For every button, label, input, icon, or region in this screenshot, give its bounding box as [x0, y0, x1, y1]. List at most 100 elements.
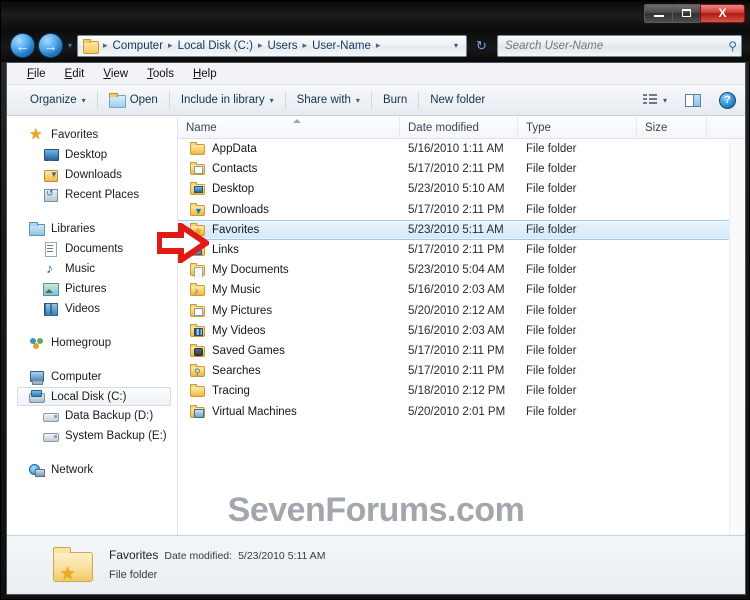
- search-input[interactable]: [505, 39, 729, 52]
- file-name: Tracing: [212, 385, 250, 398]
- sidebar-item-documents[interactable]: Documents: [7, 239, 177, 259]
- table-row[interactable]: Virtual Machines 5/20/2010 2:01 PM File …: [178, 401, 745, 421]
- network-icon: [29, 463, 45, 477]
- cell-type: File folder: [526, 304, 577, 317]
- recent-pages-button[interactable]: ▾: [63, 41, 77, 50]
- breadcrumb[interactable]: ▸ Computer ▸ Local Disk (C:) ▸ Users ▸ U…: [77, 34, 467, 57]
- sidebar-item-favorites[interactable]: Favorites: [7, 125, 177, 145]
- breadcrumb-separator[interactable]: ▸: [300, 40, 311, 51]
- burn-label: Burn: [382, 94, 408, 106]
- include-in-library-button[interactable]: Include in library ▾: [172, 90, 283, 110]
- cell-name: My Pictures: [178, 303, 400, 318]
- menu-item-edit[interactable]: Edit: [57, 66, 96, 82]
- cell-date: 5/16/2010 2:03 AM: [408, 284, 505, 297]
- refresh-icon: ↻: [476, 37, 487, 53]
- client-area: File Edit View Tools Help Organize ▾ Ope…: [6, 62, 746, 595]
- open-button[interactable]: Open: [100, 89, 167, 111]
- change-view-button[interactable]: ▾: [634, 90, 676, 111]
- sidebar-label: Homegroup: [51, 337, 112, 349]
- burn-button[interactable]: Burn: [374, 90, 416, 110]
- breadcrumb-dropdown-icon[interactable]: ▾: [450, 41, 466, 50]
- sidebar-item-libraries[interactable]: Libraries: [7, 219, 177, 239]
- refresh-button[interactable]: ↻: [471, 35, 492, 56]
- address-bar: ← → ▾ ▸ Computer ▸ Local Disk (C:) ▸ Use…: [1, 29, 750, 62]
- search-box[interactable]: ⚲: [497, 34, 742, 57]
- folder-searches-icon: ⚲: [190, 364, 206, 378]
- cell-type: File folder: [526, 365, 577, 378]
- videos-icon: [43, 302, 59, 316]
- cell-type: File folder: [526, 344, 577, 357]
- breadcrumb-item-computer[interactable]: Computer: [111, 40, 166, 52]
- table-row[interactable]: ♪ My Music 5/16/2010 2:03 AM File folder: [178, 280, 745, 300]
- column-header-size[interactable]: Size: [637, 117, 707, 138]
- sidebar-item-desktop[interactable]: Desktop: [7, 145, 177, 165]
- sidebar-item-system-backup-e[interactable]: System Backup (E:): [7, 426, 177, 446]
- new-folder-button[interactable]: New folder: [421, 90, 494, 110]
- table-row[interactable]: Saved Games 5/17/2010 2:11 PM File folde…: [178, 341, 745, 361]
- maximize-button[interactable]: [672, 3, 701, 23]
- folder-desktop-icon: [190, 182, 206, 196]
- sidebar-item-computer[interactable]: Computer: [7, 367, 177, 387]
- sidebar-item-music[interactable]: Music: [7, 259, 177, 279]
- cell-date: 5/16/2010 1:11 AM: [408, 143, 504, 156]
- menu-item-help[interactable]: Help: [185, 66, 228, 82]
- cell-date: 5/17/2010 2:11 PM: [408, 344, 505, 357]
- breadcrumb-separator[interactable]: ▸: [373, 40, 384, 51]
- breadcrumb-item-user-name[interactable]: User-Name: [310, 40, 373, 52]
- table-row[interactable]: Contacts 5/17/2010 2:11 PM File folder: [178, 159, 745, 179]
- column-header-filler: [707, 117, 745, 138]
- table-row[interactable]: Desktop 5/23/2010 5:10 AM File folder: [178, 179, 745, 199]
- search-icon: ⚲: [728, 38, 737, 53]
- column-header-type[interactable]: Type: [518, 117, 637, 138]
- sidebar-label: Documents: [65, 243, 124, 255]
- cell-type: File folder: [526, 223, 577, 236]
- menu-item-file[interactable]: File: [19, 66, 57, 82]
- help-button[interactable]: ?: [710, 88, 745, 113]
- folder-plain-icon: [190, 142, 206, 156]
- table-row-selected[interactable]: ★ Favorites 5/23/2010 5:11 AM File folde…: [178, 219, 745, 240]
- share-with-button[interactable]: Share with ▾: [288, 90, 369, 110]
- sidebar-item-downloads[interactable]: Downloads: [7, 165, 177, 185]
- forward-button[interactable]: →: [38, 33, 63, 58]
- view-list-icon: [642, 93, 658, 107]
- sidebar-label: Downloads: [65, 169, 122, 181]
- minimize-button[interactable]: [644, 3, 673, 23]
- sidebar-item-homegroup[interactable]: Homegroup: [7, 333, 177, 353]
- back-button[interactable]: ←: [10, 33, 35, 58]
- share-with-label: Share with: [296, 94, 351, 106]
- table-row[interactable]: Links 5/17/2010 2:11 PM File folder: [178, 240, 745, 260]
- table-row[interactable]: ⚲ Searches 5/17/2010 2:11 PM File folder: [178, 361, 745, 381]
- close-button[interactable]: X: [700, 3, 745, 23]
- star-icon: [29, 125, 45, 143]
- computer-icon: [29, 370, 45, 385]
- breadcrumb-separator[interactable]: ▸: [255, 40, 266, 51]
- breadcrumb-item-local-disk[interactable]: Local Disk (C:): [176, 40, 255, 52]
- sidebar-item-network[interactable]: Network: [7, 460, 177, 480]
- organize-button[interactable]: Organize ▾: [21, 90, 95, 110]
- sidebar-item-pictures[interactable]: Pictures: [7, 279, 177, 299]
- show-preview-pane-button[interactable]: [676, 90, 710, 111]
- nav-gap: [7, 321, 177, 333]
- breadcrumb-separator[interactable]: ▸: [165, 40, 176, 51]
- cell-date: 5/17/2010 2:11 PM: [408, 163, 505, 176]
- sidebar-item-videos[interactable]: Videos: [7, 299, 177, 319]
- column-header-date-modified[interactable]: Date modified: [400, 117, 518, 138]
- table-row[interactable]: AppData 5/16/2010 1:11 AM File folder: [178, 139, 745, 159]
- table-row[interactable]: My Pictures 5/20/2010 2:12 AM File folde…: [178, 301, 745, 321]
- nav-group-computer: Computer Local Disk (C:) Data Backup (D:…: [7, 367, 177, 446]
- table-row[interactable]: Tracing 5/18/2010 2:12 PM File folder: [178, 381, 745, 401]
- sidebar-item-recent-places[interactable]: Recent Places: [7, 185, 177, 205]
- folder-vm-icon: [190, 404, 206, 419]
- sidebar-item-data-backup-d[interactable]: Data Backup (D:): [7, 406, 177, 426]
- table-row[interactable]: ▼ Downloads 5/17/2010 2:11 PM File folde…: [178, 200, 745, 220]
- sidebar-item-local-disk-c[interactable]: Local Disk (C:): [17, 387, 171, 406]
- cell-type: File folder: [526, 163, 577, 176]
- nav-group-libraries: Libraries Documents Music Pictures: [7, 219, 177, 319]
- table-row[interactable]: My Documents 5/23/2010 5:04 AM File fold…: [178, 260, 745, 280]
- cell-type: File folder: [526, 183, 577, 196]
- column-header-name[interactable]: Name: [178, 117, 400, 138]
- breadcrumb-item-users[interactable]: Users: [266, 40, 300, 52]
- table-row[interactable]: My Videos 5/16/2010 2:03 AM File folder: [178, 321, 745, 341]
- menu-item-view[interactable]: View: [95, 66, 139, 82]
- menu-item-tools[interactable]: Tools: [139, 66, 185, 82]
